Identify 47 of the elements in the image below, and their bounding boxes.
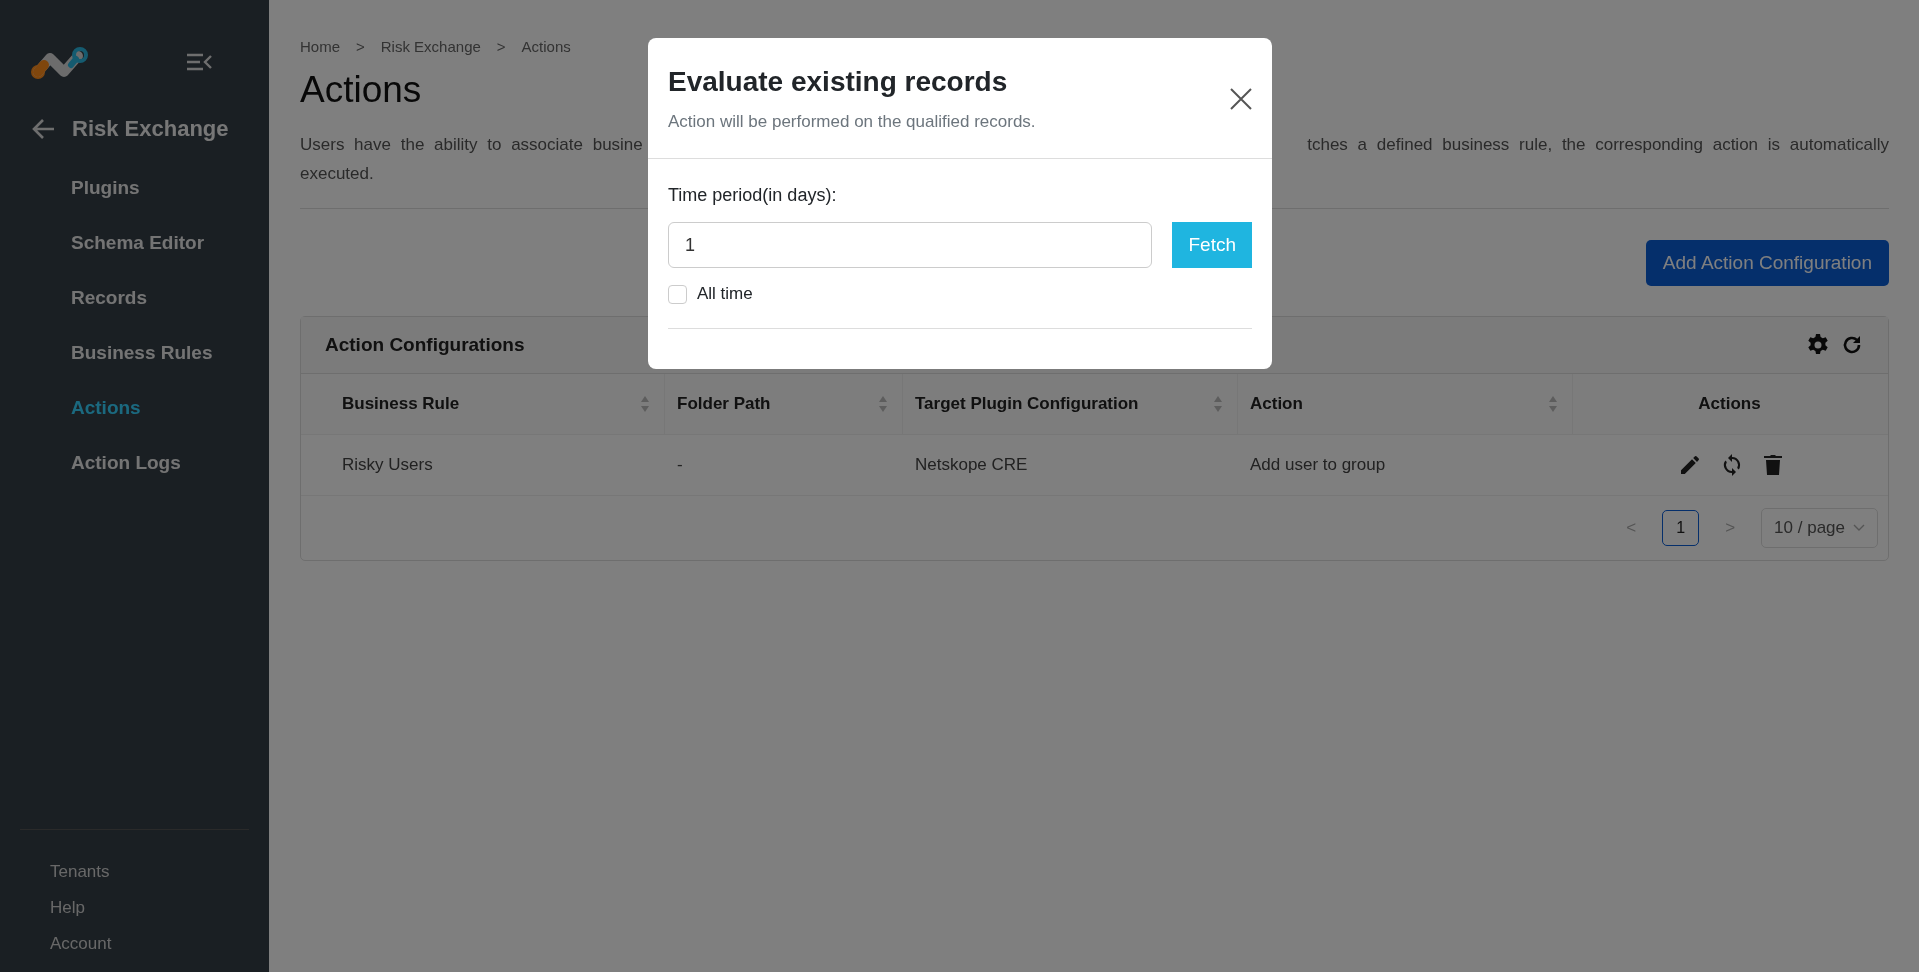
card-title: Action Configurations	[325, 334, 526, 356]
sidebar-item[interactable]: Actions	[71, 380, 269, 435]
description-text: tches a defined business rule, the corresponding action is automatically	[1307, 135, 1889, 155]
page-size-select[interactable]: 10 / page	[1761, 508, 1878, 548]
page-button[interactable]: 1	[1662, 510, 1700, 546]
back-arrow-icon[interactable]	[32, 118, 56, 140]
dialog-subtitle: Action will be performed on the qualified records.	[668, 112, 1036, 132]
fetch-button[interactable]: Fetch	[1172, 222, 1252, 268]
footer-link[interactable]: Help	[50, 890, 249, 926]
breadcrumb-separator: >	[496, 38, 506, 55]
breadcrumb-separator: >	[356, 38, 365, 55]
checkbox[interactable]	[668, 284, 687, 304]
table-cell: -	[677, 455, 683, 475]
table-cell: Add user to group	[1250, 455, 1386, 475]
sidebar-item[interactable]: Plugins	[71, 160, 269, 215]
breadcrumb-link[interactable]: Risk Exchange	[380, 38, 481, 55]
breadcrumb-link[interactable]: Actions	[521, 38, 571, 55]
checkbox-label: All time	[697, 284, 753, 304]
delete-icon[interactable]	[1761, 453, 1784, 477]
table-cell: Risky Users	[342, 455, 433, 475]
sidebar-item[interactable]: Records	[71, 270, 269, 325]
settings-icon[interactable]	[1806, 333, 1830, 357]
close-icon[interactable]	[1230, 88, 1252, 110]
page-title: Actions	[300, 69, 422, 111]
section-title: Risk Exchange	[72, 116, 229, 142]
table-cell: Netskope CRE	[915, 455, 1028, 475]
chevron-down-icon	[1853, 524, 1865, 532]
footer-link[interactable]: Tenants	[50, 854, 249, 890]
sidebar-item[interactable]: Action Logs	[71, 435, 269, 490]
sidebar-item[interactable]: Schema Editor	[71, 215, 269, 270]
column-header[interactable]: Actions	[1698, 394, 1761, 414]
column-header[interactable]: Business Rule	[342, 394, 460, 414]
sidebar-item[interactable]: Business Rules	[71, 325, 269, 380]
breadcrumb-link[interactable]: Home	[300, 38, 340, 55]
footer-link[interactable]: Account	[50, 926, 249, 962]
description-text: executed.	[300, 164, 374, 183]
column-header[interactable]: Folder Path	[677, 394, 771, 414]
column-header[interactable]: Action	[1250, 394, 1303, 414]
description-text: Users have the ability to associate busine	[300, 135, 643, 155]
days-input-field[interactable]: 1	[668, 222, 1153, 268]
collapse-menu-icon[interactable]	[185, 52, 213, 72]
dialog-title: Evaluate existing records	[668, 66, 1009, 98]
add-configuration-button[interactable]: Add Action Configuration	[1645, 240, 1889, 286]
next-page-button[interactable]: >	[1717, 518, 1744, 538]
column-header[interactable]: Target Plugin Configuration	[915, 394, 1139, 414]
field-label: Time period(in days):	[668, 185, 838, 206]
previous-page-button[interactable]: <	[1618, 518, 1645, 538]
